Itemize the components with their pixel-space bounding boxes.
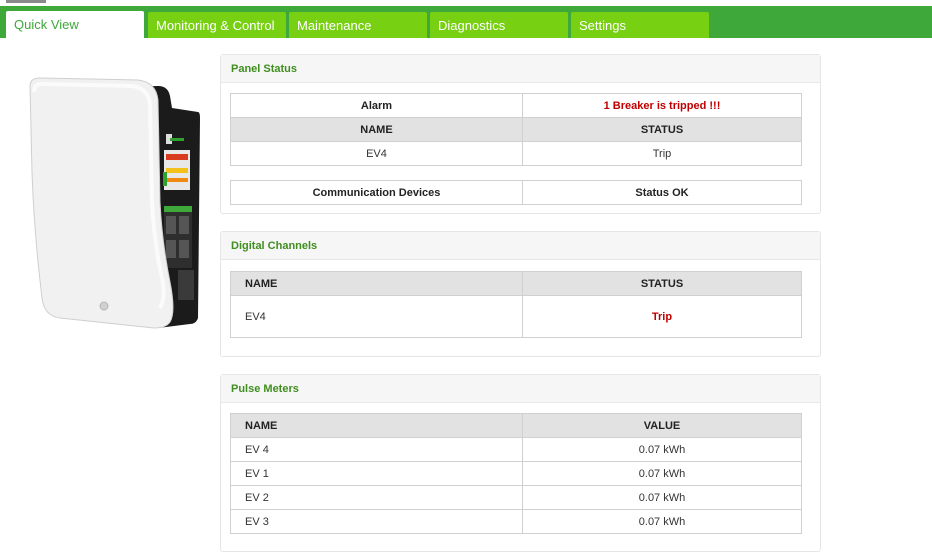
breaker-name: EV4 [230,141,523,166]
column-name-header: NAME [230,413,523,438]
pulse-meters-panel: Pulse Meters NAME VALUE EV 4 0.07 kWh EV… [220,374,821,552]
column-name-header: NAME [230,271,523,296]
panel-status-panel: Panel Status Alarm 1 Breaker is tripped … [220,54,821,214]
pulse-meters-title: Pulse Meters [221,375,820,403]
table-row: EV 1 0.07 kWh [230,461,802,486]
pulse-meters-table: NAME VALUE EV 4 0.07 kWh EV 1 0.07 kWh E… [230,413,802,534]
meter-name: EV 1 [230,461,523,486]
table-header-row: NAME STATUS [230,271,802,296]
meter-value: 0.07 kWh [522,437,802,462]
status-led [170,138,184,141]
digital-channels-table: NAME STATUS EV4 Trip [230,271,802,338]
panel-status-title: Panel Status [221,55,820,83]
table-row: EV4 Trip [230,295,802,338]
table-header-row: NAME VALUE [230,413,802,438]
key-lock-icon [99,301,109,311]
table-header-row: NAME STATUS [230,117,802,142]
meter-value: 0.07 kWh [522,509,802,534]
digital-channels-title: Digital Channels [221,232,820,260]
table-row: EV 4 0.07 kWh [230,437,802,462]
tab-settings[interactable]: Settings [571,12,709,38]
communication-table: Communication Devices Status OK [230,180,802,205]
top-mark [6,0,46,3]
communication-label: Communication Devices [230,180,523,205]
digital-channels-panel: Digital Channels NAME STATUS EV4 Trip [220,231,821,357]
table-row: EV4 Trip [230,141,802,166]
tab-bar: Quick View Monitoring & Control Maintena… [0,6,932,44]
channel-name: EV4 [230,295,523,338]
meter-name: EV 4 [230,437,523,462]
communication-row: Communication Devices Status OK [230,180,802,205]
communication-status: Status OK [522,180,802,205]
alarm-row: Alarm 1 Breaker is tripped !!! [230,93,802,118]
tab-diagnostics[interactable]: Diagnostics [430,12,568,38]
panel-status-table: Alarm 1 Breaker is tripped !!! NAME STAT… [230,93,802,166]
table-row: EV 2 0.07 kWh [230,485,802,510]
alarm-label: Alarm [230,93,523,118]
alarm-value: 1 Breaker is tripped !!! [522,93,802,118]
tab-quick-view[interactable]: Quick View [6,11,144,44]
column-status-header: STATUS [522,271,802,296]
column-name-header: NAME [230,117,523,142]
meter-name: EV 2 [230,485,523,510]
breaker-status: Trip [522,141,802,166]
tab-maintenance[interactable]: Maintenance [289,12,427,38]
meter-value: 0.07 kWh [522,461,802,486]
meter-value: 0.07 kWh [522,485,802,510]
table-row: EV 3 0.07 kWh [230,509,802,534]
column-value-header: VALUE [522,413,802,438]
breaker-module [164,206,192,268]
channel-status: Trip [522,295,802,338]
ev-charger-device-image [29,77,200,329]
meter-name: EV 3 [230,509,523,534]
column-status-header: STATUS [522,117,802,142]
tab-monitoring-control[interactable]: Monitoring & Control [148,12,286,38]
